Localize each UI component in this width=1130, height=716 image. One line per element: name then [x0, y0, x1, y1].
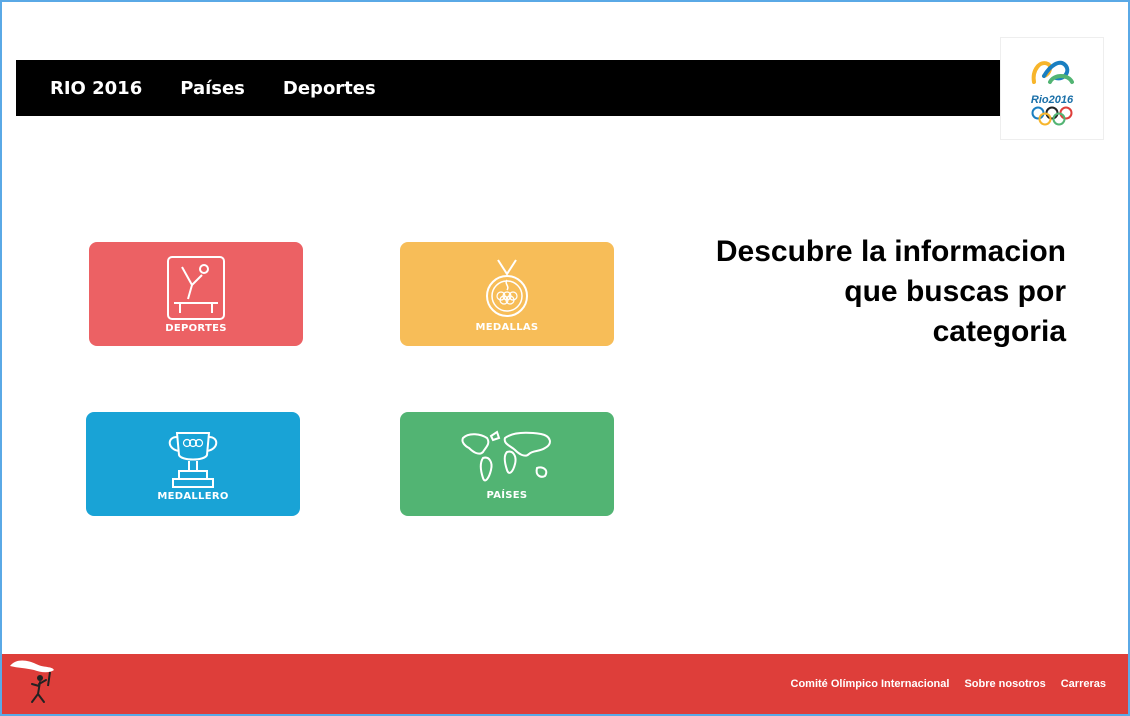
footer-link-coi[interactable]: Comité Olímpico Internacional: [791, 678, 950, 690]
footer-link-carreras[interactable]: Carreras: [1061, 678, 1106, 690]
card-medallas[interactable]: MEDALLAS: [400, 242, 614, 346]
card-medallas-label: MEDALLAS: [475, 321, 539, 333]
world-map-icon: [461, 429, 551, 481]
olympic-rings-icon: [1031, 106, 1073, 125]
footer-link-sobre-nosotros[interactable]: Sobre nosotros: [964, 678, 1045, 690]
trophy-icon: [168, 431, 218, 488]
nav-link-paises[interactable]: Países: [180, 78, 245, 99]
headline-line2: que buscas por: [844, 275, 1066, 308]
card-deportes-label: DEPORTES: [165, 322, 227, 334]
gymnastics-icon: [167, 255, 225, 320]
rio2016-logo[interactable]: Rio2016: [1000, 37, 1104, 140]
card-deportes[interactable]: DEPORTES: [89, 242, 303, 346]
footer: Comité Olímpico Internacional Sobre noso…: [2, 654, 1128, 714]
logo-text: Rio2016: [1030, 93, 1074, 106]
card-paises-label: PAÍSES: [486, 489, 528, 501]
card-medallero[interactable]: MEDALLERO: [86, 412, 300, 516]
card-paises[interactable]: PAÍSES: [400, 412, 614, 516]
torch-runner-icon: [10, 660, 54, 703]
card-medallero-label: MEDALLERO: [157, 490, 229, 502]
nav-link-deportes[interactable]: Deportes: [283, 78, 376, 99]
main-navbar: RIO 2016 Países Deportes: [16, 60, 1002, 116]
medal-icon: [486, 258, 528, 317]
rio-emblem-icon: [1031, 60, 1074, 84]
headline: Descubre la informacion que buscas por c…: [646, 232, 1066, 352]
nav-link-rio2016[interactable]: RIO 2016: [50, 78, 142, 99]
headline-line1: Descubre la informacion: [715, 235, 1066, 268]
headline-line3: categoria: [932, 315, 1066, 348]
